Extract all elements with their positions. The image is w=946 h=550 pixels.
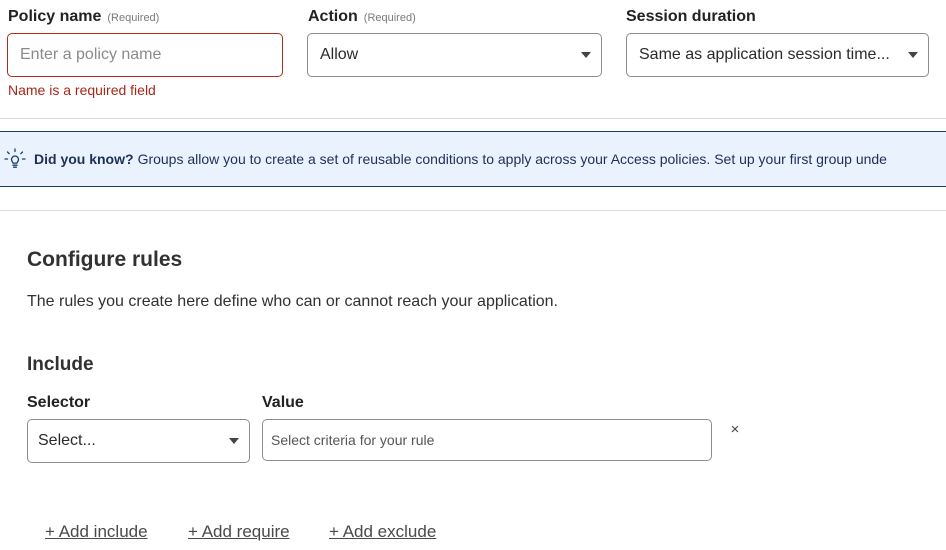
policy-name-error: Name is a required field <box>8 82 156 98</box>
lightbulb-icon <box>4 148 26 168</box>
configure-rules-description: The rules you create here define who can… <box>27 293 558 310</box>
chevron-down-icon <box>581 52 591 58</box>
configure-rules-title: Configure rules <box>27 248 183 271</box>
divider <box>0 210 946 211</box>
value-input[interactable]: Select criteria for your rule <box>262 419 712 461</box>
chevron-down-icon <box>908 52 918 58</box>
value-placeholder: Select criteria for your rule <box>271 432 435 448</box>
include-title: Include <box>27 354 94 375</box>
add-exclude-link[interactable]: + Add exclude <box>329 522 436 542</box>
selector-select-value: Select... <box>38 432 96 449</box>
selector-select[interactable]: Select... <box>27 419 250 463</box>
policy-name-label: Policy name (Required) <box>8 8 159 26</box>
remove-rule-icon[interactable]: × <box>728 422 742 438</box>
banner-message: Groups allow you to create a set of reus… <box>137 151 887 167</box>
required-tag: (Required) <box>107 12 160 24</box>
action-select[interactable]: Allow <box>307 33 602 77</box>
chevron-down-icon <box>229 438 239 444</box>
add-include-link[interactable]: + Add include <box>45 522 148 542</box>
action-label-text: Action <box>308 8 358 25</box>
action-select-value: Allow <box>320 46 359 63</box>
policy-name-label-text: Policy name <box>8 8 102 25</box>
session-duration-label: Session duration <box>626 8 756 25</box>
divider <box>0 118 946 119</box>
info-banner: Did you know? Groups allow you to create… <box>0 131 946 187</box>
value-label: Value <box>262 394 304 411</box>
action-label: Action (Required) <box>308 8 416 26</box>
add-require-link[interactable]: + Add require <box>188 522 290 542</box>
session-duration-value: Same as application session time... <box>639 46 890 63</box>
required-tag: (Required) <box>363 12 416 24</box>
policy-name-placeholder: Enter a policy name <box>20 46 162 63</box>
policy-name-input[interactable]: Enter a policy name <box>7 33 283 77</box>
banner-strong: Did you know? <box>34 151 134 167</box>
session-duration-select[interactable]: Same as application session time... <box>626 33 929 77</box>
selector-label: Selector <box>27 394 91 411</box>
